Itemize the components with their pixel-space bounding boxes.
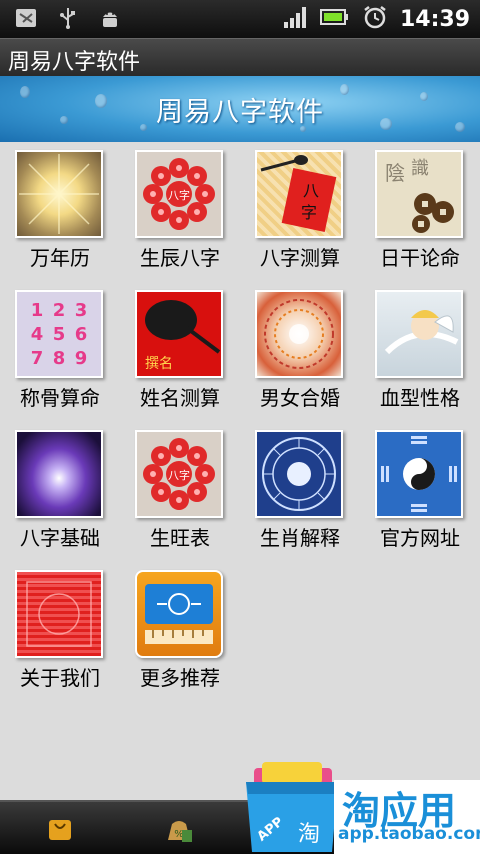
grid-item-blood-type[interactable]: 血型性格 <box>360 282 480 422</box>
grid-item-label: 八字测算 <box>260 246 340 270</box>
name-red-brush-icon: 撰名 <box>135 290 223 378</box>
shopping-bag-icon[interactable] <box>46 814 74 842</box>
notification-icon <box>14 6 38 30</box>
usb-icon <box>56 6 80 30</box>
red-pattern-icon <box>15 570 103 658</box>
svg-text:陰: 陰 <box>385 161 405 185</box>
coins-calligraphy-icon: 陰 識 <box>375 150 463 238</box>
grid-item-label: 血型性格 <box>380 386 460 410</box>
bazi-flower-icon: 八字 <box>135 150 223 238</box>
money-bag-icon[interactable]: % <box>164 814 192 842</box>
grid-item-label: 关于我们 <box>20 666 100 690</box>
svg-text:9: 9 <box>75 348 88 369</box>
grid-item-about-us[interactable]: 关于我们 <box>0 562 120 702</box>
grid-item-label: 生辰八字 <box>140 246 220 270</box>
grid-item-birth-bazi[interactable]: 八字 生辰八字 <box>120 142 240 282</box>
zodiac-circle-icon <box>255 430 343 518</box>
status-time: 14:39 <box>399 6 470 32</box>
bagua-icon <box>375 430 463 518</box>
grid-item-prosperity-table[interactable]: 八字 生旺表 <box>120 422 240 562</box>
banner-title: 周易八字软件 <box>156 97 324 128</box>
bazi-flower-icon: 八字 <box>135 430 223 518</box>
svg-text:4: 4 <box>31 324 44 345</box>
calendar-burst-icon <box>15 150 103 238</box>
svg-text:5: 5 <box>53 324 66 345</box>
galaxy-icon <box>15 430 103 518</box>
signal-icon <box>282 4 308 34</box>
svg-text:1: 1 <box>31 300 44 321</box>
grid-item-bone-weight[interactable]: 123 456 789 称骨算命 <box>0 282 120 422</box>
header-banner: 周易八字软件 <box>0 76 480 142</box>
grid-item-calendar[interactable]: 万年历 <box>0 142 120 282</box>
grid-item-label: 姓名测算 <box>140 386 220 410</box>
watermark-bag-char: 淘 <box>298 822 321 847</box>
ruler-app-icon <box>135 570 223 658</box>
feature-grid: 万年历 八字 生辰八字 八 字 八字测算 陰 識 日干论命 1 2 3 4 5 … <box>0 142 480 800</box>
app-title: 周易八字软件 <box>8 50 141 75</box>
taobao-watermark: APP 淘 淘应用 app.taobao.com <box>240 760 480 854</box>
svg-text:8: 8 <box>53 348 66 369</box>
svg-text:7: 7 <box>31 348 44 369</box>
battery-icon <box>319 4 350 34</box>
watermark-url: app.taobao.com <box>338 824 480 844</box>
cupid-icon <box>375 290 463 378</box>
svg-text:2: 2 <box>53 300 66 321</box>
grid-item-official-site[interactable]: 官方网址 <box>360 422 480 562</box>
grid-item-label: 官方网址 <box>380 526 460 550</box>
svg-text:3: 3 <box>75 300 88 321</box>
status-bar: 14:39 <box>0 0 480 38</box>
app-title-bar: 周易八字软件 <box>0 38 480 76</box>
numbers-grid-icon: 123 456 789 <box>15 290 103 378</box>
svg-text:字: 字 <box>301 203 317 222</box>
svg-text:識: 識 <box>411 158 429 179</box>
svg-text:八: 八 <box>303 181 319 200</box>
brush-paper-icon: 八 字 <box>255 150 343 238</box>
grid-item-label: 更多推荐 <box>140 666 220 690</box>
grid-item-bazi-calc[interactable]: 八 字 八字测算 <box>240 142 360 282</box>
zodiac-wheel-icon <box>255 290 343 378</box>
svg-text:撰名: 撰名 <box>145 356 173 372</box>
grid-item-label: 称骨算命 <box>20 386 100 410</box>
alarm-clock-icon <box>362 4 388 34</box>
grid-item-zodiac[interactable]: 生肖解释 <box>240 422 360 562</box>
grid-item-label: 万年历 <box>30 246 90 270</box>
grid-item-label: 生旺表 <box>150 526 210 550</box>
svg-text:八字: 八字 <box>168 188 190 202</box>
grid-item-bazi-basics[interactable]: 八字基础 <box>0 422 120 562</box>
grid-item-label: 男女合婚 <box>260 386 340 410</box>
svg-text:6: 6 <box>75 324 88 345</box>
android-debug-icon <box>98 6 122 30</box>
grid-item-label: 生肖解释 <box>260 526 340 550</box>
grid-item-name-calc[interactable]: 撰名 姓名测算 <box>120 282 240 422</box>
grid-item-more-recommend[interactable]: 更多推荐 <box>120 562 240 702</box>
grid-item-label: 八字基础 <box>20 526 100 550</box>
grid-item-label: 日干论命 <box>380 246 460 270</box>
grid-item-marriage[interactable]: 男女合婚 <box>240 282 360 422</box>
svg-text:八字: 八字 <box>168 468 190 482</box>
grid-item-day-stem[interactable]: 陰 識 日干论命 <box>360 142 480 282</box>
